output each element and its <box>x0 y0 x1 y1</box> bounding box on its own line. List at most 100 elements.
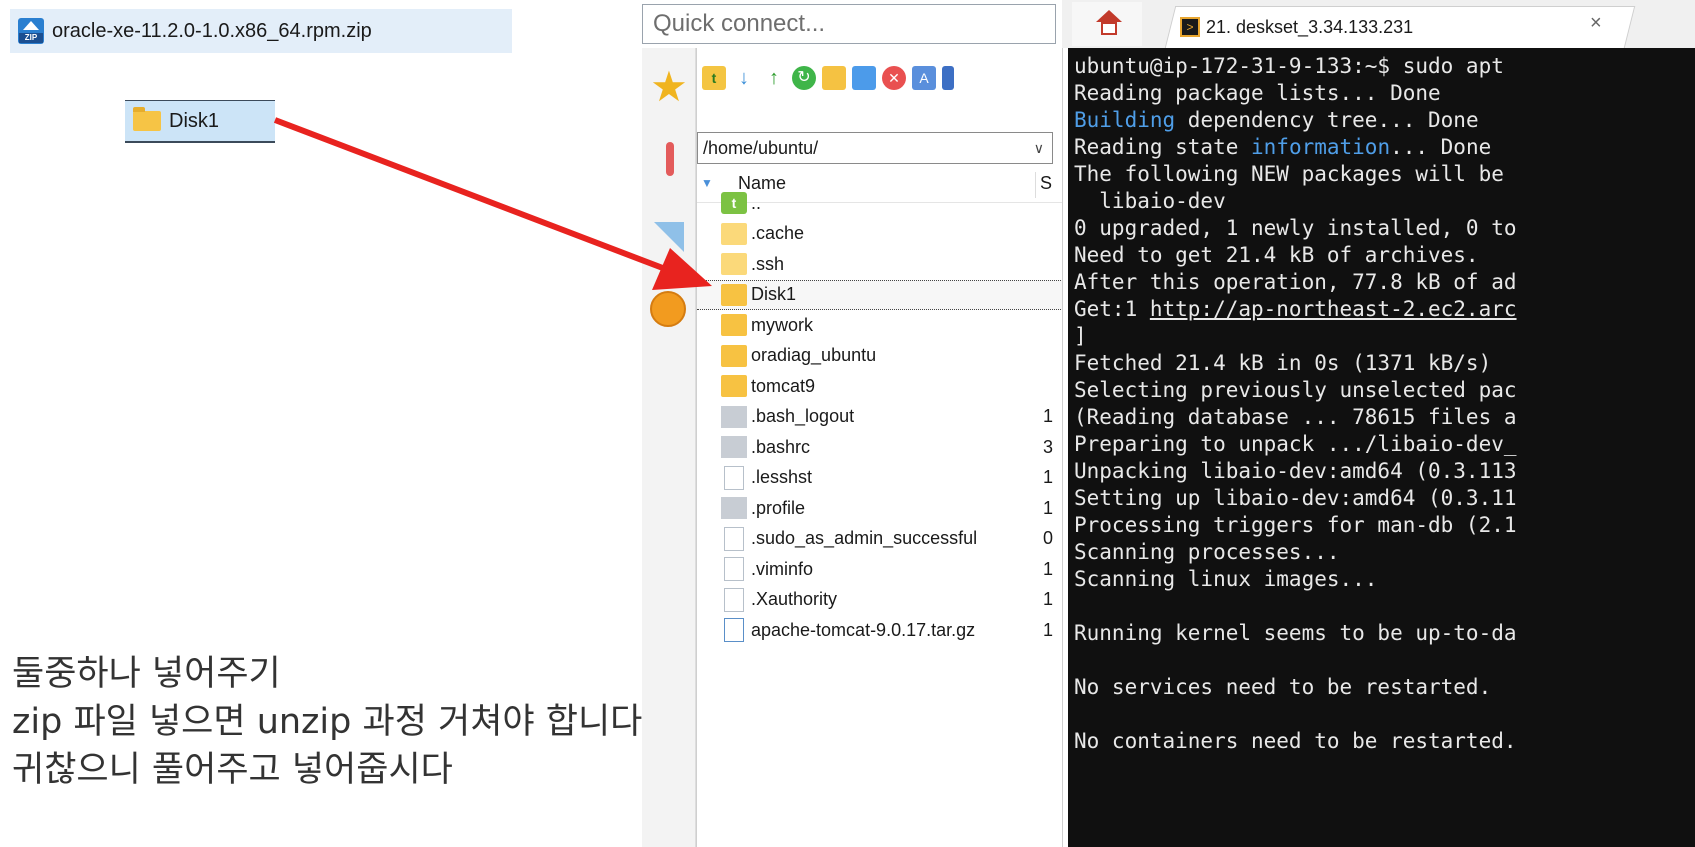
terminal-line: Reading state information... Done <box>1074 135 1492 159</box>
file-row[interactable]: t.. <box>697 188 1063 218</box>
chevron-down-icon[interactable]: ∨ <box>1034 133 1044 163</box>
tool-icon[interactable] <box>650 140 688 178</box>
file-row[interactable]: .Xauthority 1 <box>697 585 1063 615</box>
remote-file-panel: t ↓ ↑ ↻ ✕ A /home/ubuntu/ ∨ ▼ Name S t..… <box>696 48 1063 847</box>
terminal-icon: > <box>1180 17 1200 37</box>
archive-file-icon <box>724 618 744 642</box>
new-folder-icon[interactable] <box>822 66 846 90</box>
file-name: .profile <box>751 497 806 518</box>
file-toolbar: t ↓ ↑ ↻ ✕ A <box>697 58 1063 98</box>
terminal-line: Need to get 21.4 kB of archives. <box>1074 243 1479 267</box>
file-name: mywork <box>751 314 813 335</box>
file-row[interactable]: .lesshst 1 <box>697 463 1063 493</box>
file-name: .lesshst <box>751 467 813 487</box>
file-name: .sudo_as_admin_successful <box>751 528 978 548</box>
home-icon <box>1096 10 1122 22</box>
file-size: 0 <box>1043 528 1054 548</box>
path-dropdown[interactable]: /home/ubuntu/ ∨ <box>697 132 1053 164</box>
download-icon[interactable]: ↓ <box>732 66 756 90</box>
file-name: .cache <box>751 223 805 243</box>
disk1-folder-label: Disk1 <box>169 109 220 132</box>
file-row[interactable]: .bashrc 3 <box>697 432 1063 462</box>
send-icon[interactable] <box>650 218 688 256</box>
file-row[interactable]: tomcat9 <box>697 371 1063 401</box>
file-row[interactable]: .ssh <box>697 249 1063 279</box>
file-row[interactable]: .viminfo 1 <box>697 554 1063 584</box>
file-row[interactable]: oradiag_ubuntu <box>697 341 1063 371</box>
file-icon <box>721 497 747 519</box>
disk1-folder-item[interactable]: Disk1 <box>125 100 275 143</box>
globe-icon[interactable] <box>650 291 686 327</box>
terminal-line: (Reading database ... 78615 files a <box>1074 405 1517 429</box>
file-name: .Xauthority <box>751 589 838 609</box>
terminal-line: ubuntu@ip-172-31-9-133:~$ sudo apt <box>1074 54 1504 78</box>
file-row[interactable]: .bash_logout 1 <box>697 402 1063 432</box>
session-sidebar: ★ <box>642 48 696 847</box>
folder-icon <box>133 107 161 131</box>
terminal-line: libaio-dev <box>1074 189 1226 213</box>
file-row[interactable]: .cache <box>697 219 1063 249</box>
file-row[interactable]: .sudo_as_admin_successful 0 <box>697 524 1063 554</box>
refresh-icon[interactable]: ↻ <box>792 66 816 90</box>
session-tab-content[interactable]: > 21. deskset_3.34.133.231 <box>1180 6 1413 48</box>
zip-file-label: oracle-xe-11.2.0-1.0.x86_64.rpm.zip <box>52 19 372 42</box>
parent-dir-icon[interactable]: t <box>702 66 726 90</box>
terminal-line: Unpacking libaio-dev:amd64 (0.3.113 <box>1074 459 1517 483</box>
folder-icon <box>721 283 747 306</box>
star-icon[interactable]: ★ <box>650 66 688 108</box>
terminal-line: Get:1 http://ap-northeast-2.ec2.arc <box>1074 297 1517 321</box>
file-name: tomcat9 <box>751 375 816 396</box>
file-name: .bashrc <box>751 436 811 457</box>
file-name: apache-tomcat-9.0.17.tar.gz <box>751 619 976 640</box>
terminal-line: Processing triggers for man-db (2.1 <box>1074 513 1517 537</box>
file-row[interactable]: .profile 1 <box>697 493 1063 523</box>
folder-icon <box>721 314 747 336</box>
file-row[interactable]: Disk1 <box>697 279 1063 310</box>
folder-icon <box>721 375 747 397</box>
terminal-line: 0 upgraded, 1 newly installed, 0 to <box>1074 216 1517 240</box>
home-tab[interactable] <box>1072 2 1142 46</box>
file-name: .bash_logout <box>751 406 855 426</box>
close-icon[interactable]: × <box>1590 12 1602 35</box>
terminal-output[interactable]: ubuntu@ip-172-31-9-133:~$ sudo apt Readin… <box>1068 48 1695 847</box>
terminal-line: No containers need to be restarted. <box>1074 729 1517 753</box>
delete-icon[interactable]: ✕ <box>882 66 906 90</box>
file-name: .viminfo <box>751 558 814 579</box>
terminal-line: ] <box>1074 324 1087 348</box>
file-size: 1 <box>1043 558 1054 579</box>
file-row[interactable]: mywork <box>697 310 1063 340</box>
terminal-line: Scanning processes... <box>1074 540 1340 564</box>
file-icon <box>721 436 747 458</box>
terminal-line: Running kernel seems to be up-to-da <box>1074 621 1517 645</box>
terminal-link[interactable]: http://ap-northeast-2.ec2.arc <box>1150 297 1517 321</box>
upload-icon[interactable]: ↑ <box>762 66 786 90</box>
path-value: /home/ubuntu/ <box>703 138 819 158</box>
file-icon <box>724 587 744 612</box>
terminal-line: No services need to be restarted. <box>1074 675 1492 699</box>
file-name: oradiag_ubuntu <box>751 345 877 365</box>
folder-icon <box>721 253 747 275</box>
zip-file-item[interactable]: ZIP oracle-xe-11.2.0-1.0.x86_64.rpm.zip <box>10 9 512 53</box>
terminal-line: Selecting previously unselected pac <box>1074 378 1517 402</box>
new-file-icon[interactable] <box>852 66 876 90</box>
file-size: 1 <box>1043 619 1054 640</box>
file-icon <box>721 405 747 428</box>
quick-connect-input[interactable]: Quick connect... <box>642 4 1056 44</box>
terminal-line: The following NEW packages will be <box>1074 162 1504 186</box>
file-size: 1 <box>1043 467 1054 487</box>
terminal-line: Scanning linux images... <box>1074 567 1378 591</box>
file-icon <box>724 465 744 490</box>
file-name: Disk1 <box>751 284 797 304</box>
file-size: 1 <box>1043 497 1054 518</box>
file-row[interactable]: apache-tomcat-9.0.17.tar.gz 1 <box>697 615 1063 645</box>
session-tab-label: 21. deskset_3.34.133.231 <box>1206 16 1414 37</box>
terminal-line: Reading package lists... Done <box>1074 81 1441 105</box>
terminal-line: Building dependency tree... Done <box>1074 108 1479 132</box>
terminal-tab-bar: > 21. deskset_3.34.133.231 × <box>1062 0 1695 49</box>
rename-icon[interactable]: A <box>912 66 936 90</box>
folder-icon <box>721 344 747 367</box>
properties-icon[interactable] <box>942 66 954 90</box>
file-size: 1 <box>1043 406 1054 426</box>
file-size: 3 <box>1043 436 1054 457</box>
file-name: .ssh <box>751 253 785 274</box>
